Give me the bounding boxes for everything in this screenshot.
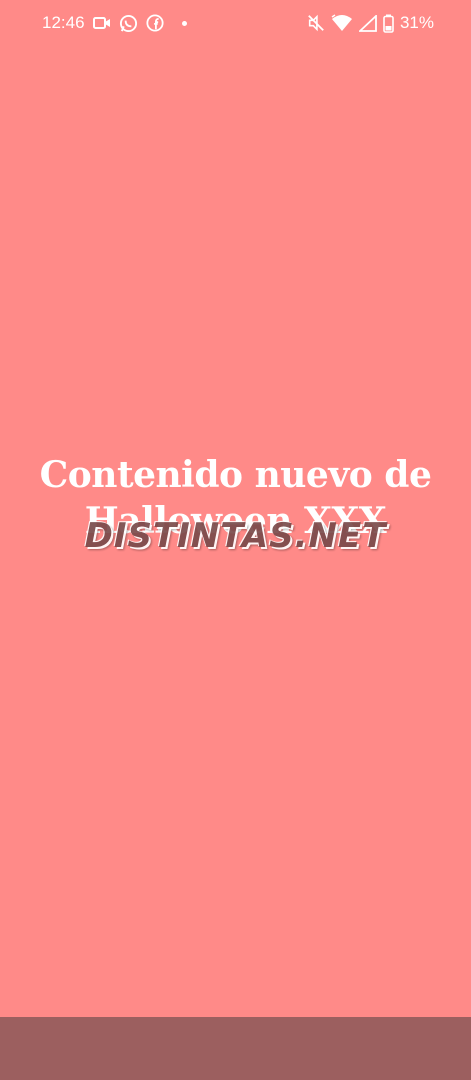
battery-icon — [383, 14, 394, 33]
muted-icon — [307, 14, 325, 32]
watermark: DISTINTAS.NET — [84, 516, 387, 556]
whatsapp-icon — [119, 14, 138, 33]
navigation-bar — [0, 1017, 471, 1080]
status-time: 12:46 — [42, 13, 85, 32]
status-left: 12:46 — [42, 13, 187, 33]
status-bar: 12:46 31% — [0, 0, 471, 48]
status-right: 31% — [307, 13, 434, 33]
video-camera-icon — [92, 16, 111, 30]
signal-icon — [358, 14, 377, 32]
battery-percentage: 31% — [399, 13, 434, 32]
wifi-icon — [331, 14, 353, 32]
facebook-icon — [145, 14, 164, 32]
notification-dot-icon — [181, 20, 187, 26]
